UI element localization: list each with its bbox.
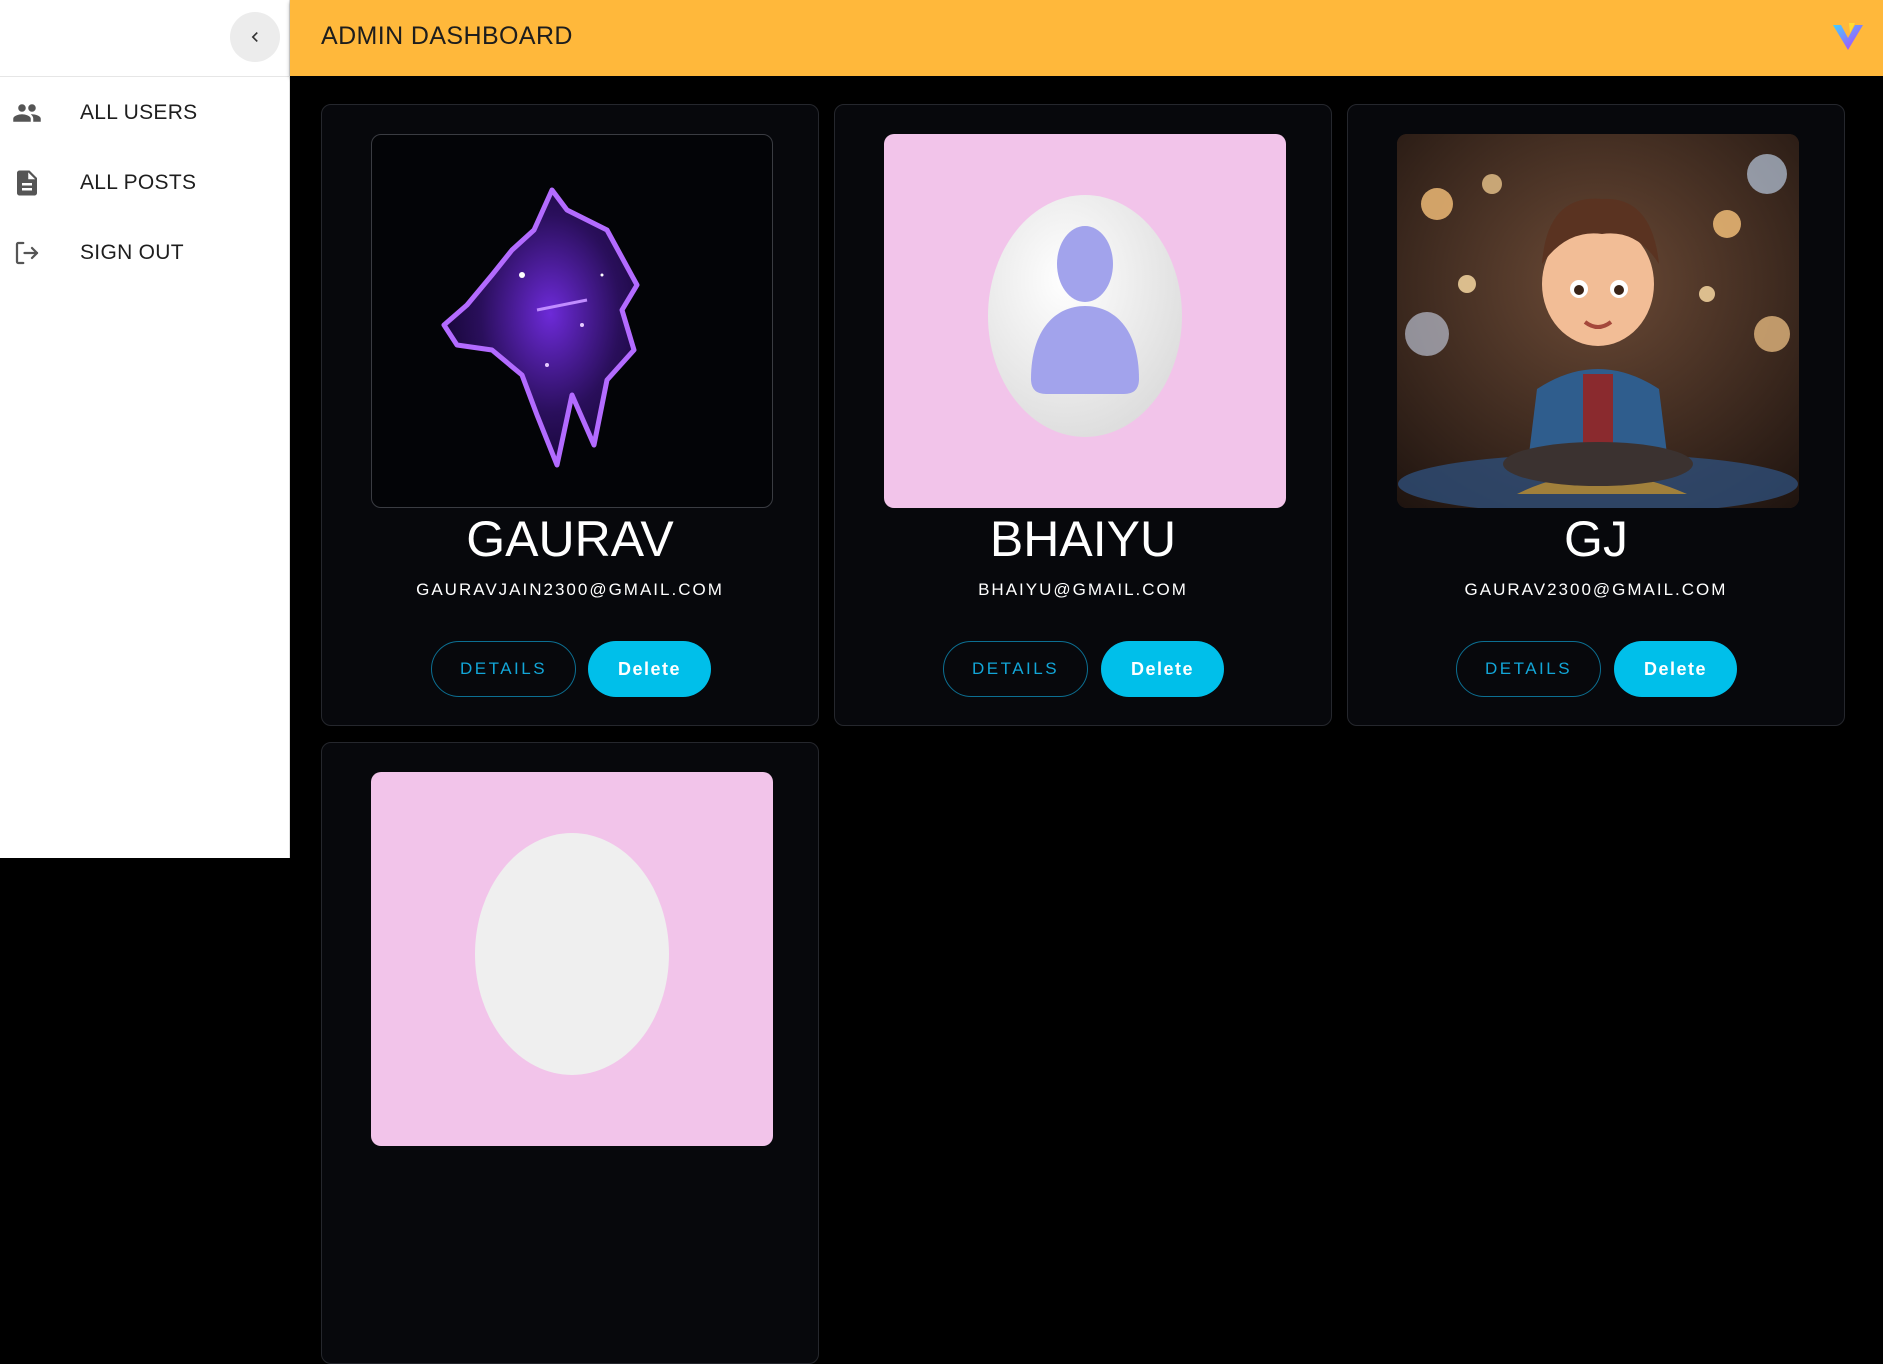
delete-button[interactable]: Delete <box>1614 641 1737 697</box>
user-name: BHAIYU <box>989 511 1177 567</box>
details-button[interactable]: DETAILS <box>943 641 1088 697</box>
collapse-sidebar-button[interactable] <box>230 12 280 62</box>
article-icon <box>12 168 42 198</box>
page-title: ADMIN DASHBOARD <box>321 22 573 50</box>
sidebar-item-label: ALL USERS <box>80 101 198 124</box>
sidebar-item-all-users[interactable]: ALL USERS <box>0 78 290 148</box>
people-icon <box>12 98 42 128</box>
app-bar: ADMIN DASHBOARD <box>290 0 1883 76</box>
v-logo-icon <box>1833 23 1863 50</box>
user-card <box>321 742 819 1364</box>
delete-button[interactable]: Delete <box>588 641 711 697</box>
details-button[interactable]: DETAILS <box>431 641 576 697</box>
user-avatar <box>884 134 1286 508</box>
user-email: BHAIYU@GMAIL.COM <box>978 580 1188 599</box>
sidebar-item-label: ALL POSTS <box>80 171 197 194</box>
user-avatar <box>1397 134 1799 508</box>
sidebar-divider <box>0 76 290 77</box>
default-user-image <box>475 833 669 1075</box>
user-avatar <box>371 134 773 508</box>
sidebar-item-sign-out[interactable]: SIGN OUT <box>0 218 290 288</box>
user-email: GAURAVJAIN2300@GMAIL.COM <box>416 580 724 599</box>
purple-wolf-image <box>441 187 640 468</box>
user-card: GJ GAURAV2300@GMAIL.COM DETAILS Delete <box>1347 104 1845 726</box>
logout-icon <box>12 238 42 268</box>
sidebar: ALL USERS ALL POSTS SIGN OUT <box>0 0 290 858</box>
cartoon-boy-image <box>1397 134 1799 508</box>
user-avatar <box>371 772 773 1146</box>
user-name: GJ <box>1564 511 1628 567</box>
user-name: GAURAV <box>466 511 674 567</box>
sidebar-item-label: SIGN OUT <box>80 241 184 264</box>
delete-button[interactable]: Delete <box>1101 641 1224 697</box>
user-card: GAURAV GAURAVJAIN2300@GMAIL.COM DETAILS … <box>321 104 819 726</box>
user-card: BHAIYU BHAIYU@GMAIL.COM DETAILS Delete <box>834 104 1332 726</box>
default-user-image <box>988 195 1182 437</box>
user-email: GAURAV2300@GMAIL.COM <box>1464 580 1728 599</box>
chevron-left-icon <box>251 32 258 42</box>
sidebar-item-all-posts[interactable]: ALL POSTS <box>0 148 290 218</box>
details-button[interactable]: DETAILS <box>1456 641 1601 697</box>
